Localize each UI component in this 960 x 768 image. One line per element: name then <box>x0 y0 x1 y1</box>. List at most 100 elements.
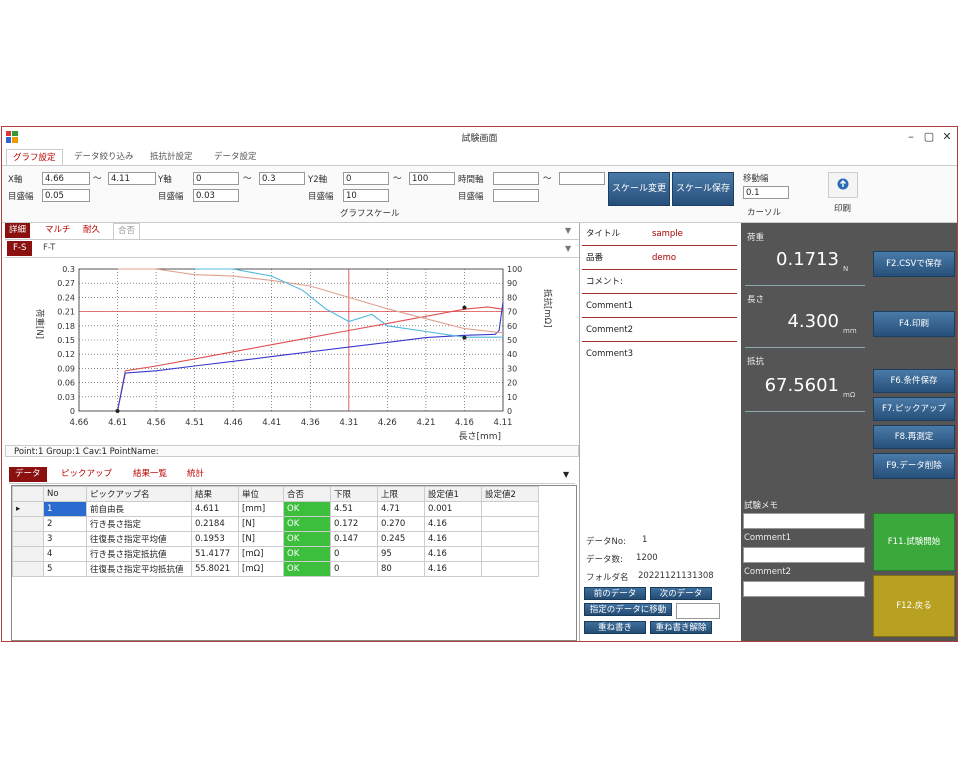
table-cell <box>481 501 539 517</box>
f12-back-button[interactable]: F12.戻る <box>873 575 955 637</box>
tab-pickup[interactable]: ピックアップ <box>57 467 116 482</box>
table-header-cell[interactable]: 上限 <box>377 486 425 502</box>
y-step-label: 目盛幅 <box>158 192 184 202</box>
table-row[interactable]: 5 往復長さ指定平均抵抗値 55.8021 [mΩ] OK 0 80 4.16 <box>12 561 539 577</box>
table-header-cell[interactable]: 結果 <box>191 486 239 502</box>
minimize-button[interactable]: – <box>904 130 918 143</box>
table-row[interactable]: 4 行き長さ指定抵抗値 51.4177 [mΩ] OK 0 95 4.16 <box>12 546 539 562</box>
memo-comment1-input[interactable] <box>743 547 865 563</box>
y-tick-label: 0.21 <box>57 308 75 317</box>
graph-tabs: F-S F-T ▼ <box>5 241 579 258</box>
tab-multi[interactable]: マルチ <box>41 223 75 238</box>
function-key-panel: F2.CSVで保存 F4.印刷 F6.条件保存 F7.ピックアップ F8.再測定… <box>869 223 957 641</box>
table-header-cell[interactable]: ピックアップ名 <box>86 486 192 502</box>
table-row[interactable]: 3 往復長さ指定平均値 0.1953 [N] OK 0.147 0.245 4.16 <box>12 531 539 547</box>
tab-resistance-settings[interactable]: 抵抗計設定 <box>144 149 199 165</box>
scale-save-button[interactable]: スケール保存 <box>672 172 734 206</box>
table-header-cell[interactable]: 下限 <box>330 486 378 502</box>
overlay-clear-button[interactable]: 重ね書き解除 <box>650 621 712 634</box>
time-max-input[interactable] <box>559 172 605 185</box>
y-axis-label: Y軸 <box>158 175 172 185</box>
tab-detail[interactable]: 詳細 <box>5 223 31 238</box>
data-point <box>115 409 120 413</box>
time-step-input[interactable] <box>493 189 539 202</box>
table-header-cell[interactable]: 設定値1 <box>424 486 482 502</box>
f6-save-conditions-button[interactable]: F6.条件保存 <box>873 369 955 393</box>
next-data-button[interactable]: 次のデータ <box>650 587 712 600</box>
jump-data-button[interactable]: 指定のデータに移動 <box>584 603 672 616</box>
x-step-label: 目盛幅 <box>8 192 34 202</box>
f4-print-button[interactable]: F4.印刷 <box>873 311 955 337</box>
view-dropdown-icon[interactable]: ▼ <box>565 226 571 235</box>
table-header-cell[interactable]: No <box>43 486 87 502</box>
print-button[interactable] <box>828 172 858 198</box>
table-cell: 4.611 <box>191 501 239 517</box>
table-header-cell[interactable]: 合否 <box>283 486 331 502</box>
tab-graph-settings[interactable]: グラフ設定 <box>6 149 63 166</box>
tab-data-filter[interactable]: データ絞り込み <box>68 149 140 165</box>
jump-data-input[interactable] <box>676 603 720 619</box>
f8-remeasure-button[interactable]: F8.再測定 <box>873 425 955 449</box>
table-header-cell[interactable]: 単位 <box>238 486 284 502</box>
tab-statistics[interactable]: 統計 <box>183 467 208 482</box>
memo-label: 試験メモ <box>744 501 779 511</box>
table-cell: 0.147 <box>330 531 378 547</box>
x-min-input[interactable]: 4.66 <box>42 172 90 185</box>
memo-comment1-label: Comment1 <box>744 533 792 543</box>
table-row[interactable]: 2 行き長さ指定 0.2184 [N] OK 0.172 0.270 4.16 <box>12 516 539 532</box>
time-min-input[interactable] <box>493 172 539 185</box>
y2-step-input[interactable]: 10 <box>343 189 389 202</box>
f2-save-csv-button[interactable]: F2.CSVで保存 <box>873 251 955 277</box>
memo-input[interactable] <box>743 513 865 529</box>
move-step-input[interactable]: 0.1 <box>743 186 789 199</box>
y2-max-input[interactable]: 100 <box>409 172 455 185</box>
row-selector <box>12 561 44 577</box>
length-unit: mm <box>843 327 857 335</box>
f11-start-test-button[interactable]: F11.試験開始 <box>873 513 955 571</box>
time-tilde: ～ <box>543 174 552 184</box>
tab-pass-fail[interactable]: 合否 <box>113 223 141 240</box>
maximize-button[interactable]: ▢ <box>922 130 936 143</box>
table-cell: [mm] <box>238 501 284 517</box>
table-cell: 4 <box>43 546 87 562</box>
graph-dropdown-icon[interactable]: ▼ <box>565 244 571 253</box>
table-header-row: No ピックアップ名 結果 単位 合否 下限 上限 設定値1 設定値2 <box>12 486 539 502</box>
memo-comment2-input[interactable] <box>743 581 865 597</box>
tab-data-settings[interactable]: データ設定 <box>208 149 263 165</box>
f9-delete-data-button[interactable]: F9.データ削除 <box>873 453 955 479</box>
y-min-input[interactable]: 0 <box>193 172 239 185</box>
table-cell: 行き長さ指定 <box>86 516 192 532</box>
table-header-cell[interactable]: 設定値2 <box>481 486 539 502</box>
tab-f-s[interactable]: F-S <box>7 241 33 256</box>
tab-result-list[interactable]: 結果一覧 <box>129 467 171 482</box>
x-tick-label: 4.66 <box>70 418 89 428</box>
table-cell: [mΩ] <box>238 561 284 577</box>
tab-durability[interactable]: 耐久 <box>79 223 104 238</box>
y-max-input[interactable]: 0.3 <box>259 172 305 185</box>
time-step-label: 目盛幅 <box>458 192 484 202</box>
tab-f-t[interactable]: F-T <box>39 241 59 256</box>
result-dropdown-icon[interactable]: ▼ <box>563 470 569 479</box>
f7-pickup-button[interactable]: F7.ピックアップ <box>873 397 955 421</box>
print-icon <box>837 178 849 190</box>
tab-data[interactable]: データ <box>9 467 47 482</box>
close-button[interactable]: ✕ <box>940 130 954 143</box>
table-cell: [N] <box>238 531 284 547</box>
overlay-button[interactable]: 重ね書き <box>584 621 646 634</box>
y-step-input[interactable]: 0.03 <box>193 189 239 202</box>
x-max-input[interactable]: 4.11 <box>108 172 156 185</box>
table-header-cell[interactable] <box>12 486 44 502</box>
table-row[interactable]: ▸ 1 前自由長 4.611 [mm] OK 4.51 4.71 0.001 <box>12 501 539 517</box>
row-selector <box>12 546 44 562</box>
table-cell: 3 <box>43 531 87 547</box>
prev-data-button[interactable]: 前のデータ <box>584 587 646 600</box>
table-cell: [mΩ] <box>238 546 284 562</box>
x-step-input[interactable]: 0.05 <box>42 189 90 202</box>
y2-tick-label: 10 <box>507 393 517 402</box>
scale-change-button[interactable]: スケール変更 <box>608 172 670 206</box>
y2-tick-label: 80 <box>507 293 517 302</box>
y2-tick-label: 30 <box>507 364 517 373</box>
y2-min-input[interactable]: 0 <box>343 172 389 185</box>
title-bar: 試験画面 – ▢ ✕ <box>2 127 957 147</box>
x-tick-label: 4.11 <box>494 418 513 428</box>
